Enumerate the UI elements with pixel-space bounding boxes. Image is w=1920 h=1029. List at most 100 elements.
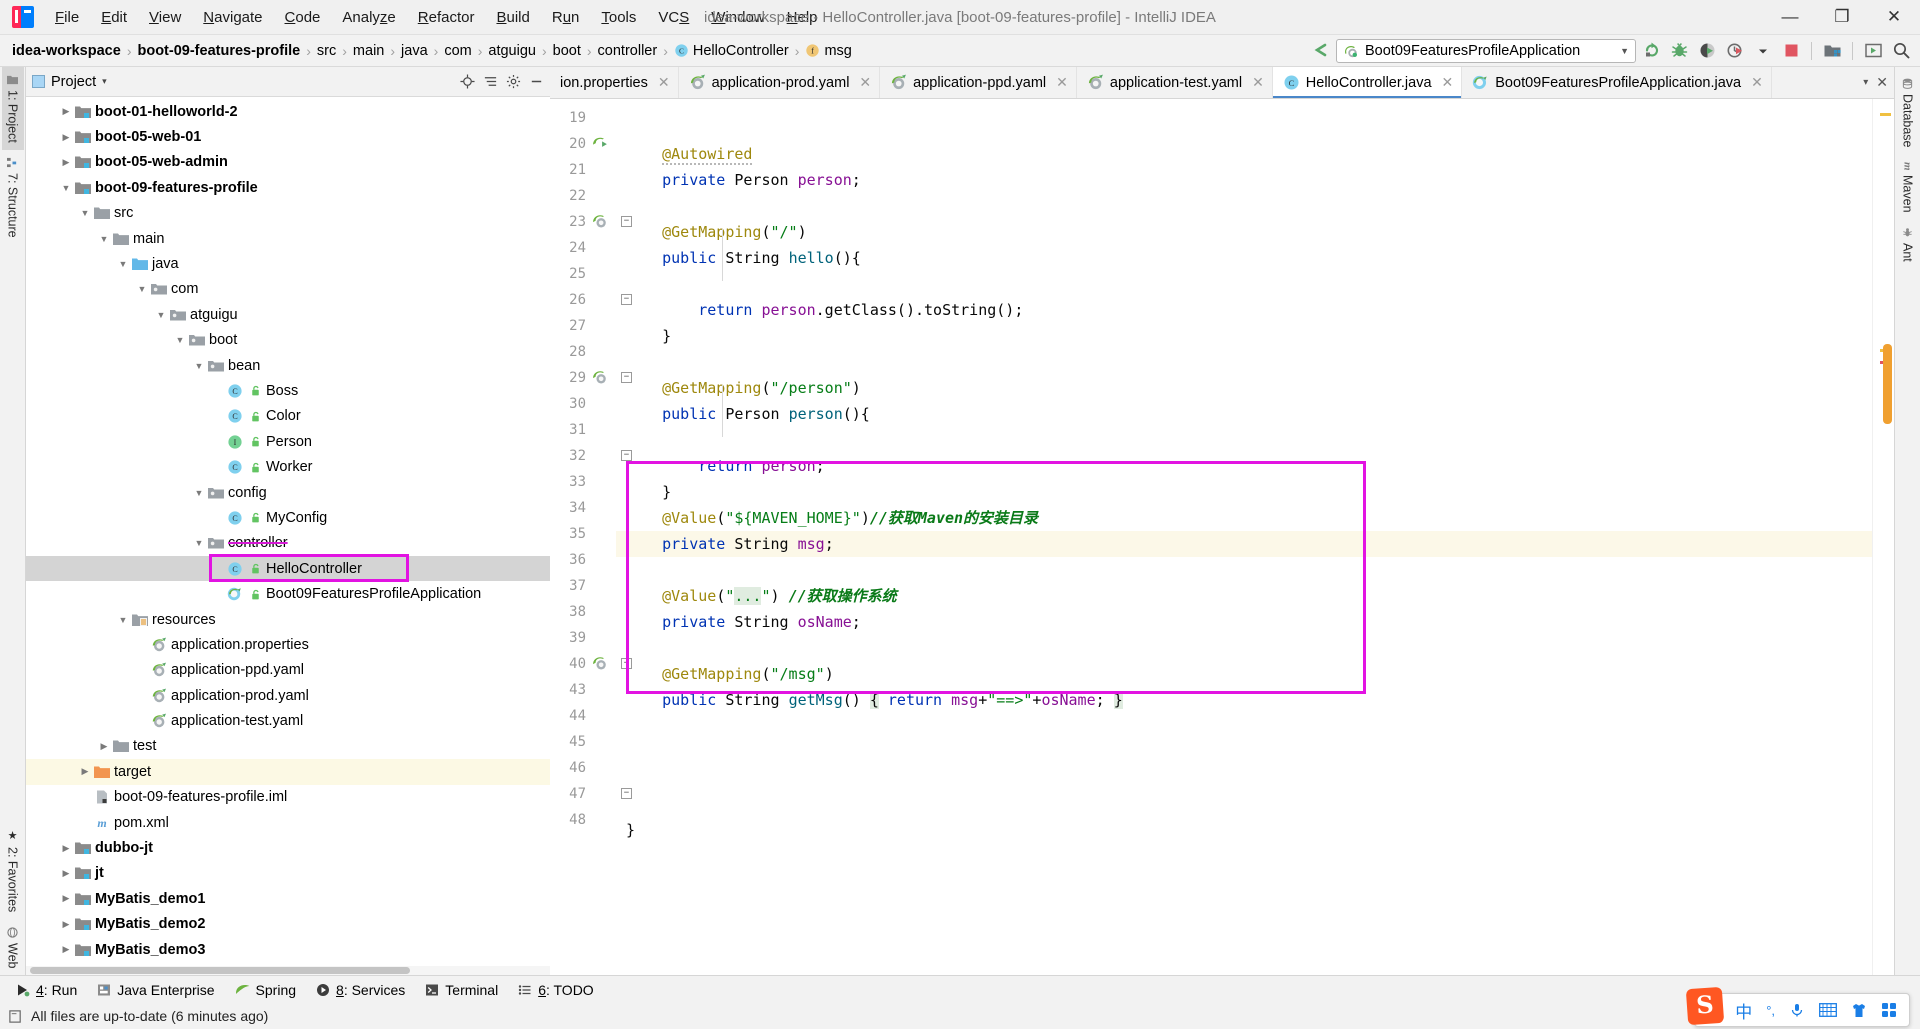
spring-endpoint-gutter-icon[interactable] xyxy=(592,369,610,387)
tree-expand-toggle-icon[interactable]: ▶ xyxy=(59,893,73,904)
search-everywhere-icon[interactable] xyxy=(1888,39,1914,63)
code-line[interactable] xyxy=(616,557,1872,583)
menu-edit[interactable]: Edit xyxy=(90,4,138,31)
tree-node[interactable]: ▼main xyxy=(26,226,550,251)
code-line[interactable]: } xyxy=(616,479,1872,505)
tree-expand-toggle-icon[interactable]: ▶ xyxy=(59,106,73,117)
editor-tab-overflow[interactable]: ▾✕ xyxy=(1857,67,1894,98)
stop-icon[interactable] xyxy=(1778,39,1804,63)
bottom-item-todo[interactable]: 6: TODO xyxy=(508,979,604,1001)
code-line[interactable]: public String hello(){ xyxy=(616,245,1872,271)
editor-tab-hellocontroller-java[interactable]: CHelloController.java✕ xyxy=(1273,67,1462,98)
code-line[interactable]: @GetMapping("/msg") xyxy=(616,661,1872,687)
breadcrumb-item-boot-09-features-profile[interactable]: boot-09-features-profile xyxy=(133,41,304,61)
close-icon[interactable]: ✕ xyxy=(1876,74,1888,91)
code-line[interactable]: private String msg; xyxy=(616,531,1872,557)
tree-node[interactable]: ▶boot-01-helloworld-2 xyxy=(26,99,550,124)
tree-expand-toggle-icon[interactable]: ▼ xyxy=(97,234,111,244)
tree-node[interactable]: ▼boot-09-features-profile xyxy=(26,175,550,200)
tree-node[interactable]: CMyConfig xyxy=(26,505,550,530)
code-line[interactable]: private Person person; xyxy=(616,167,1872,193)
tree-node[interactable]: ▶MyBatis_demo3 xyxy=(26,937,550,962)
tree-expand-toggle-icon[interactable]: ▶ xyxy=(59,157,73,168)
tree-node[interactable]: application-prod.yaml xyxy=(26,683,550,708)
menu-code[interactable]: Code xyxy=(274,4,332,31)
tree-node[interactable]: ▶boot-05-web-01 xyxy=(26,124,550,149)
breadcrumb-item-src[interactable]: src xyxy=(313,41,340,61)
code-line[interactable]: public String getMsg() { return msg+"==>… xyxy=(616,687,1872,713)
tree-node[interactable]: ▶boot-05-web-admin xyxy=(26,150,550,175)
hide-icon[interactable] xyxy=(529,74,544,89)
tree-expand-toggle-icon[interactable]: ▼ xyxy=(192,361,206,371)
chevron-down-icon[interactable]: ▾ xyxy=(1863,77,1868,88)
code-line[interactable] xyxy=(616,635,1872,661)
skin-icon[interactable] xyxy=(1851,1003,1867,1018)
tree-node[interactable]: CBoss xyxy=(26,378,550,403)
code-line[interactable]: @GetMapping("/person") xyxy=(616,375,1872,401)
tree-node[interactable]: ▼resources xyxy=(26,607,550,632)
target-icon[interactable] xyxy=(460,74,475,89)
breadcrumb-item-com[interactable]: com xyxy=(440,41,475,61)
tree-expand-toggle-icon[interactable]: ▼ xyxy=(135,284,149,294)
code-line[interactable] xyxy=(616,713,1872,739)
tree-node[interactable]: ▼java xyxy=(26,251,550,276)
editor-vertical-scrollbar[interactable] xyxy=(1883,344,1892,424)
project-structure-icon[interactable] xyxy=(1819,39,1845,63)
editor-gutter[interactable]: 1920212223−242526−272829−303132−33343536… xyxy=(550,99,616,975)
tree-node[interactable]: application.properties xyxy=(26,632,550,657)
breadcrumb-item-java[interactable]: java xyxy=(397,41,432,61)
sidebar-item-ant[interactable]: Ant xyxy=(1897,220,1919,269)
menu-window[interactable]: Window xyxy=(700,4,775,31)
tree-node[interactable]: ▼bean xyxy=(26,353,550,378)
tree-node[interactable]: application-test.yaml xyxy=(26,708,550,733)
tree-node[interactable]: ▶dubbo-jt xyxy=(26,835,550,860)
menu-run[interactable]: Run xyxy=(541,4,591,31)
code-line[interactable] xyxy=(616,349,1872,375)
minimize-button[interactable]: — xyxy=(1764,0,1816,34)
close-icon[interactable]: ✕ xyxy=(859,74,871,91)
close-icon[interactable]: ✕ xyxy=(1442,74,1454,91)
breadcrumb-item-hellocontroller[interactable]: CHelloController xyxy=(670,41,793,61)
close-icon[interactable]: ✕ xyxy=(1252,74,1264,91)
rerun-icon[interactable] xyxy=(1638,39,1664,63)
tree-node[interactable]: CHelloController xyxy=(26,556,550,581)
ime-language-label[interactable]: 中 xyxy=(1735,998,1752,1023)
code-line[interactable] xyxy=(616,791,1872,817)
tree-expand-toggle-icon[interactable]: ▼ xyxy=(116,259,130,269)
breadcrumb-item-main[interactable]: main xyxy=(349,41,388,61)
tree-horizontal-scrollbar[interactable] xyxy=(26,966,550,975)
breadcrumb-item-idea-workspace[interactable]: idea-workspace xyxy=(8,41,125,61)
code-line[interactable]: } xyxy=(616,817,1872,843)
code-line[interactable] xyxy=(616,843,1872,869)
tree-node[interactable]: ▼src xyxy=(26,201,550,226)
breadcrumb-item-controller[interactable]: controller xyxy=(594,41,662,61)
tree-expand-toggle-icon[interactable]: ▶ xyxy=(59,132,73,143)
tree-node[interactable]: ▼atguigu xyxy=(26,302,550,327)
code-line[interactable]: return person.getClass().toString(); xyxy=(616,297,1872,323)
run-with-coverage-icon[interactable] xyxy=(1694,39,1720,63)
tree-expand-toggle-icon[interactable]: ▼ xyxy=(116,615,130,625)
tree-node[interactable]: CColor xyxy=(26,404,550,429)
gear-icon[interactable] xyxy=(506,74,521,89)
code-line[interactable]: @Value("${MAVEN_HOME}")//获取Maven的安装目录 xyxy=(616,505,1872,531)
chevron-down-icon[interactable]: ▾ xyxy=(102,76,107,87)
sidebar-item-web[interactable]: Web xyxy=(2,920,24,975)
menu-refactor[interactable]: Refactor xyxy=(407,4,486,31)
editor-tab-application-prod-yaml[interactable]: application-prod.yaml✕ xyxy=(679,67,881,98)
project-panel-title[interactable]: Project ▾ xyxy=(32,74,107,90)
bottom-item-java-enterprise[interactable]: Java Enterprise xyxy=(87,979,224,1001)
tree-node[interactable]: ▶MyBatis_demo1 xyxy=(26,886,550,911)
layout-icon[interactable] xyxy=(1860,39,1886,63)
profile-dropdown-icon[interactable] xyxy=(1750,39,1776,63)
spring-endpoint-gutter-icon[interactable] xyxy=(592,655,610,673)
sidebar-item-project[interactable]: 1: Project xyxy=(2,67,24,150)
tree-node[interactable]: boot-09-features-profile.iml xyxy=(26,785,550,810)
bottom-item-services[interactable]: 8: Services xyxy=(306,979,415,1001)
code-line[interactable]: @Autowired xyxy=(616,141,1872,167)
editor-tab-ion-properties[interactable]: ion.properties✕ xyxy=(550,67,679,98)
tree-expand-toggle-icon[interactable]: ▶ xyxy=(97,741,111,752)
menu-build[interactable]: Build xyxy=(485,4,540,31)
code-line[interactable]: return person; xyxy=(616,453,1872,479)
tree-expand-toggle-icon[interactable]: ▶ xyxy=(59,944,73,955)
close-button[interactable]: ✕ xyxy=(1868,0,1920,34)
